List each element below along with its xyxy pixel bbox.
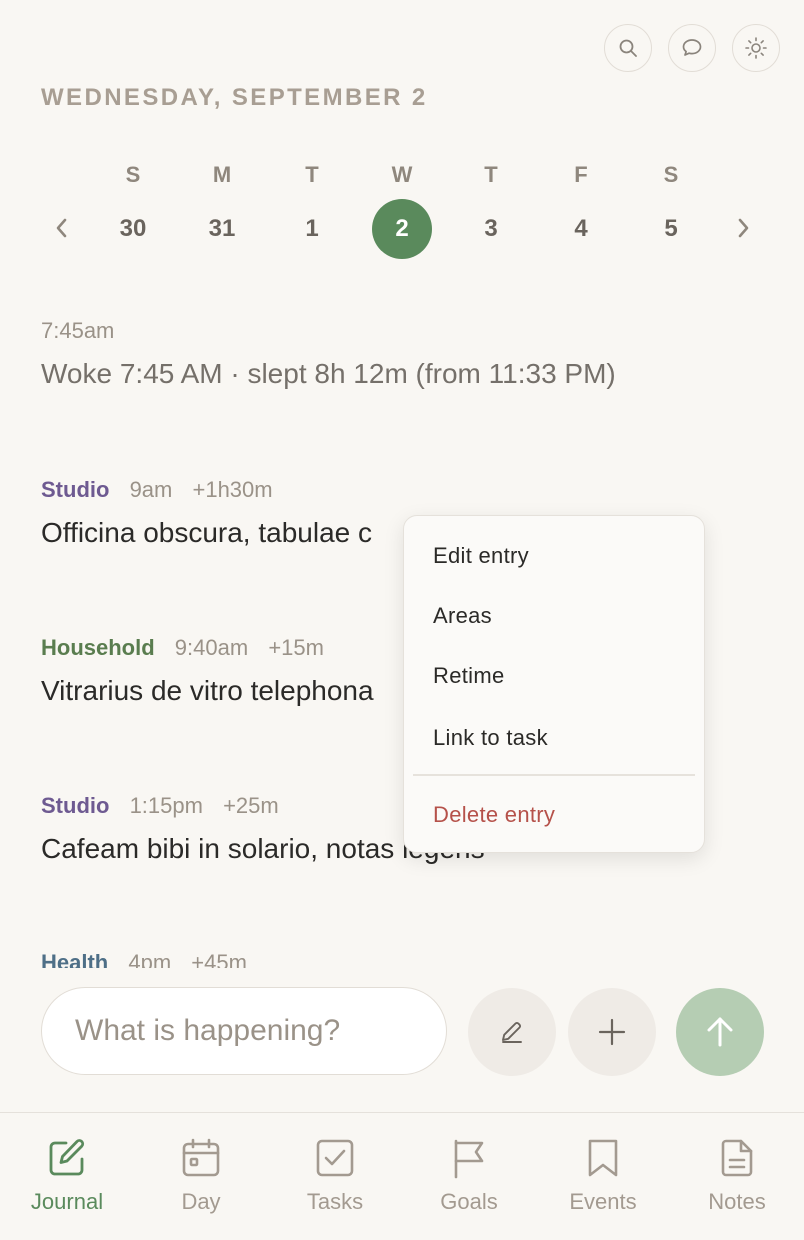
day-3[interactable]: 3 (461, 199, 521, 259)
nav-label: Goals (440, 1189, 498, 1214)
sun-icon (745, 37, 767, 59)
entry-time: 9am (129, 477, 173, 502)
bottom-nav: Journal Day Tasks Goals Events Notes (0, 1112, 804, 1240)
nav-label: Day (181, 1189, 221, 1214)
menu-item-retime[interactable]: Retime (433, 663, 505, 689)
entry-duration: +1h30m (192, 477, 273, 502)
chat-button[interactable] (668, 24, 716, 72)
journal-entry[interactable]: Health 4pm +45m (41, 950, 781, 968)
entry-area[interactable]: Studio (41, 477, 109, 502)
menu-divider (413, 774, 695, 776)
document-icon (721, 1139, 753, 1177)
nav-goals[interactable]: Goals (402, 1113, 536, 1240)
entry-area[interactable]: Health (41, 950, 108, 968)
journal-screen: WEDNESDAY, SEPTEMBER 2 S M T W T F S 30 … (0, 0, 804, 1240)
prev-week-button[interactable] (41, 208, 81, 248)
entry-area[interactable]: Studio (41, 793, 109, 818)
menu-item-link-to-task[interactable]: Link to task (433, 725, 548, 751)
chevron-left-icon (56, 218, 67, 238)
day-31[interactable]: 31 (192, 199, 252, 259)
pencil-icon (502, 1021, 522, 1043)
weekday-label: W (391, 162, 413, 187)
entry-meta: Studio 9am +1h30m (41, 477, 781, 503)
checkbox-icon (316, 1139, 354, 1177)
entry-duration: +25m (223, 793, 279, 818)
top-actions (604, 24, 780, 72)
plus-icon (598, 1018, 626, 1046)
entry-time: 1:15pm (129, 793, 203, 818)
journal-entry[interactable]: 7:45am Woke 7:45 AM · slept 8h 12m (from… (41, 318, 781, 390)
bookmark-icon (588, 1139, 618, 1177)
weekday-label: M (212, 162, 232, 187)
weekday-label: F (574, 162, 588, 187)
entry-context-menu: Edit entry Areas Retime Link to task Del… (403, 515, 705, 853)
menu-item-delete-entry[interactable]: Delete entry (433, 802, 555, 828)
weekday-label: T (305, 162, 319, 187)
day-2-selected[interactable]: 2 (372, 199, 432, 259)
entry-area[interactable]: Household (41, 635, 155, 660)
entry-duration: +15m (268, 635, 324, 660)
weekday-label: S (125, 162, 141, 187)
nav-events[interactable]: Events (536, 1113, 670, 1240)
entry-duration: +45m (191, 950, 247, 968)
nav-label: Tasks (306, 1189, 364, 1214)
next-week-button[interactable] (724, 208, 764, 248)
arrow-up-icon (707, 1017, 733, 1047)
entry-meta: 7:45am (41, 318, 781, 344)
day-30[interactable]: 30 (103, 199, 163, 259)
nav-journal[interactable]: Journal (0, 1113, 134, 1240)
entry-composer-input[interactable] (41, 987, 447, 1075)
nav-label: Events (569, 1189, 637, 1214)
flag-icon (454, 1139, 484, 1179)
entry-time: 7:45am (41, 318, 115, 343)
day-5[interactable]: 5 (641, 199, 701, 259)
calendar-icon (182, 1138, 220, 1177)
entry-meta: Health 4pm +45m (41, 950, 781, 968)
edit-button[interactable] (468, 988, 556, 1076)
search-icon (619, 39, 637, 57)
day-1[interactable]: 1 (282, 199, 342, 259)
theme-button[interactable] (732, 24, 780, 72)
entry-time: 4pm (128, 950, 172, 968)
add-button[interactable] (568, 988, 656, 1076)
nav-label: Journal (30, 1189, 104, 1214)
send-button[interactable] (676, 988, 764, 1076)
week-strip: S M T W T F S 30 31 1 2 3 4 5 (0, 156, 804, 266)
search-button[interactable] (604, 24, 652, 72)
entry-time: 9:40am (174, 635, 249, 660)
weekday-label: S (663, 162, 679, 187)
entry-text: Woke 7:45 AM · slept 8h 12m (from 11:33 … (41, 358, 616, 389)
chat-icon (682, 39, 702, 56)
nav-day[interactable]: Day (134, 1113, 268, 1240)
menu-item-areas[interactable]: Areas (433, 603, 492, 629)
day-4[interactable]: 4 (551, 199, 611, 259)
chevron-right-icon (738, 218, 749, 238)
journal-edit-icon (49, 1139, 85, 1176)
nav-label: Notes (708, 1189, 766, 1214)
weekday-label: T (484, 162, 498, 187)
nav-notes[interactable]: Notes (670, 1113, 804, 1240)
nav-tasks[interactable]: Tasks (268, 1113, 402, 1240)
page-title: WEDNESDAY, SEPTEMBER 2 (41, 84, 428, 111)
menu-item-edit-entry[interactable]: Edit entry (433, 543, 529, 569)
